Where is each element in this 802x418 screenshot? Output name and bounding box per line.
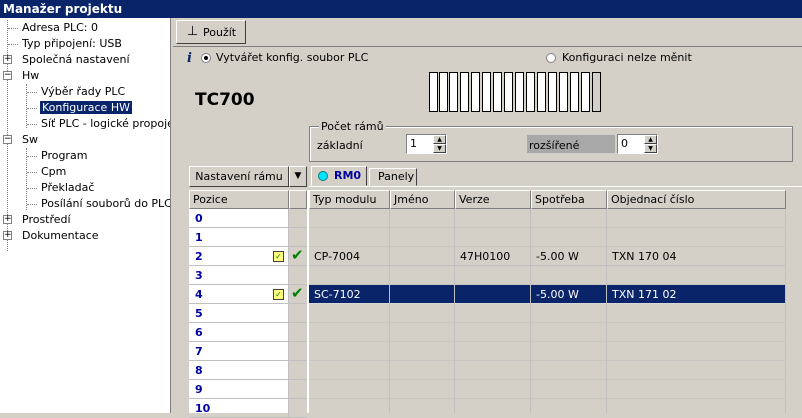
radio-create-config[interactable]: [201, 53, 211, 63]
position-row[interactable]: 5: [189, 304, 289, 323]
expand-icon[interactable]: +: [3, 231, 12, 240]
hw-config-panel: ⊥ Použít i Vytvářet konfig. soubor PLC K…: [173, 18, 802, 418]
module-icon: ✓: [273, 289, 284, 300]
apply-icon: ⊥: [187, 24, 199, 39]
position-row[interactable]: 9: [189, 380, 289, 399]
modules-grid: Typ modulu Jméno Verze Spotřeba Objednac…: [309, 190, 802, 413]
spin-up-icon[interactable]: ▲: [433, 135, 446, 144]
project-tree[interactable]: Adresa PLC: 0 Typ připojení: USB + Spole…: [0, 18, 171, 413]
position-row[interactable]: 0: [189, 209, 289, 228]
position-row[interactable]: 3: [189, 266, 289, 285]
expand-icon[interactable]: +: [3, 55, 12, 64]
position-row[interactable]: 6: [189, 323, 289, 342]
position-number: 4: [195, 288, 203, 301]
spin-down-icon[interactable]: ▼: [644, 144, 657, 153]
tree-item-plc-series[interactable]: Výběr řady PLC: [41, 84, 125, 100]
module-rows: CP-7004 47H0100 -5.00 W TXN 170 04 SC-71…: [309, 209, 786, 413]
tree-item-environment[interactable]: Prostředí: [22, 212, 71, 228]
frame-settings-button[interactable]: Nastavení rámu: [189, 166, 289, 187]
apply-label: Použít: [203, 26, 237, 39]
position-row[interactable]: 8: [189, 361, 289, 380]
rack-image: [429, 72, 605, 112]
frames-basic-label: základní: [317, 139, 363, 152]
status-header: [289, 190, 307, 209]
module-icon: ✓: [273, 251, 284, 262]
expand-icon[interactable]: +: [3, 215, 12, 224]
positions-grid: Pozice 0 1 2 ✓ 3 4 ✓ 5 6 7 8 9 10 ✔ ✔: [189, 190, 309, 418]
tree-item-cpm[interactable]: Cpm: [41, 164, 66, 180]
frames-extended-value: 0: [621, 137, 628, 150]
tab-panely[interactable]: Panely: [369, 168, 417, 186]
tree-item-sw[interactable]: Sw: [22, 132, 38, 148]
column-header[interactable]: Spotřeba: [531, 190, 607, 209]
tree-item-program[interactable]: Program: [41, 148, 87, 164]
tree-item-compiler[interactable]: Překladač: [41, 180, 94, 196]
position-row[interactable]: 1: [189, 228, 289, 247]
tree-item-common-settings[interactable]: Společná nastavení: [22, 52, 130, 68]
tab-active-icon: [318, 171, 328, 181]
position-row[interactable]: 4 ✓: [189, 285, 289, 304]
module-version[interactable]: [455, 285, 531, 304]
tree-item-plc-address[interactable]: Adresa PLC: 0: [22, 20, 98, 36]
column-header[interactable]: Verze: [455, 190, 531, 209]
frames-extended-spinner[interactable]: 0 ▲ ▼: [617, 134, 658, 154]
column-header[interactable]: Typ modulu: [309, 190, 390, 209]
radio-config-locked-label[interactable]: Konfiguraci nelze měnit: [562, 51, 692, 64]
collapse-icon[interactable]: −: [3, 71, 12, 80]
tree-item-hw-config[interactable]: Konfigurace HW: [40, 100, 132, 116]
module-type[interactable]: CP-7004: [309, 247, 390, 266]
tree-connector: [26, 148, 27, 210]
window-title: Manažer projektu: [0, 0, 802, 18]
radio-config-locked[interactable]: [546, 53, 556, 63]
position-number: 2: [195, 250, 203, 263]
check-icon: ✔: [291, 284, 304, 302]
module-power[interactable]: -5.00 W: [531, 247, 607, 266]
chevron-down-icon[interactable]: ▼: [289, 166, 307, 187]
tree-item-documentation[interactable]: Dokumentace: [22, 228, 99, 244]
module-name[interactable]: [390, 247, 455, 266]
tree-item-hw[interactable]: Hw: [22, 68, 39, 84]
tree-connector: [26, 84, 27, 128]
column-header[interactable]: Objednací číslo: [607, 190, 786, 209]
frames-basic-value: 1: [410, 137, 417, 150]
column-header[interactable]: Jméno: [390, 190, 455, 209]
tab-rm0[interactable]: RM0: [311, 166, 367, 186]
module-version[interactable]: 47H0100: [455, 247, 531, 266]
radio-create-config-label[interactable]: Vytvářet konfig. soubor PLC: [216, 51, 368, 64]
frames-basic-spinner[interactable]: 1 ▲ ▼: [406, 134, 447, 154]
tree-item-connection-type[interactable]: Typ připojení: USB: [22, 36, 122, 52]
module-order-number[interactable]: TXN 171 02: [607, 285, 786, 304]
tab-panely-label: Panely: [378, 170, 415, 183]
frames-group-title: Počet rámů: [319, 120, 386, 133]
module-name[interactable]: [390, 285, 455, 304]
apply-button[interactable]: ⊥ Použít: [176, 20, 246, 44]
position-row[interactable]: 2 ✓: [189, 247, 289, 266]
module-order-number[interactable]: TXN 170 04: [607, 247, 786, 266]
spin-down-icon[interactable]: ▼: [433, 144, 446, 153]
position-row[interactable]: 7: [189, 342, 289, 361]
module-power[interactable]: -5.00 W: [531, 285, 607, 304]
collapse-icon[interactable]: −: [3, 135, 12, 144]
plc-model-title: TC700: [195, 90, 255, 110]
module-type[interactable]: SC-7102: [309, 285, 390, 304]
info-icon: i: [187, 51, 192, 66]
tree-item-hw-config-label: Konfigurace HW: [40, 101, 132, 114]
tab-rm0-label: RM0: [334, 169, 362, 182]
check-icon: ✔: [291, 246, 304, 264]
spin-up-icon[interactable]: ▲: [644, 135, 657, 144]
tree-item-plc-network[interactable]: Síť PLC - logické propojení: [41, 116, 170, 132]
position-header: Pozice: [189, 190, 289, 209]
frames-extended-label: rozšířené: [529, 139, 580, 152]
position-row[interactable]: 10: [189, 399, 289, 418]
tree-item-send-files[interactable]: Posílání souborů do PLC: [41, 196, 170, 212]
